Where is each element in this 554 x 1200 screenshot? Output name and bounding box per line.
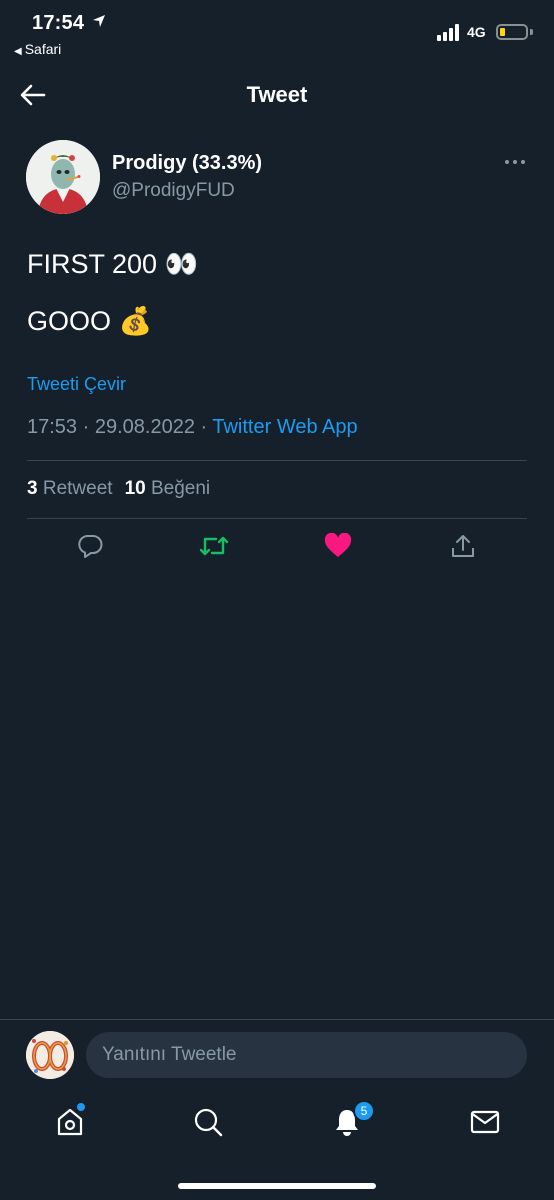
like-button[interactable] bbox=[323, 531, 353, 561]
tweet-date: 29.08.2022 bbox=[94, 416, 195, 438]
user-avatar[interactable] bbox=[26, 1031, 74, 1079]
tab-messages[interactable] bbox=[468, 1105, 502, 1139]
tweet-text-line: GOOO 💰 bbox=[27, 306, 153, 336]
reply-input[interactable] bbox=[86, 1032, 527, 1078]
more-icon bbox=[505, 160, 509, 164]
retweet-button[interactable] bbox=[199, 531, 229, 561]
tweet-source-link[interactable]: Twitter Web App bbox=[212, 416, 357, 438]
status-time: 17:54 bbox=[32, 12, 85, 34]
tweet-stats: 3 Retweet 10 Beğeni bbox=[27, 478, 210, 500]
more-options-button[interactable] bbox=[500, 152, 530, 172]
author-handle[interactable]: @ProdigyFUD bbox=[112, 180, 235, 202]
reply-icon bbox=[78, 535, 103, 558]
tab-bar: 5 bbox=[0, 1091, 554, 1200]
translate-tweet-link[interactable]: Tweeti Çevir bbox=[27, 374, 126, 395]
divider bbox=[27, 460, 527, 461]
share-button[interactable] bbox=[448, 531, 478, 561]
tweet-meta: 17:53 · 29.08.2022 · Twitter Web App bbox=[27, 416, 358, 438]
cellular-signal-icon bbox=[437, 23, 463, 41]
notifications-badge: 5 bbox=[353, 1100, 375, 1122]
home-indicator bbox=[178, 1183, 376, 1189]
author-avatar[interactable] bbox=[26, 140, 100, 214]
back-to-app[interactable]: ◀ Safari bbox=[14, 41, 61, 57]
back-triangle-icon: ◀ bbox=[14, 46, 22, 57]
divider bbox=[27, 518, 527, 519]
mail-icon bbox=[470, 1110, 500, 1134]
back-app-label: Safari bbox=[24, 41, 62, 57]
reply-bar bbox=[0, 1019, 554, 1091]
user-avatar-image bbox=[26, 1031, 74, 1079]
author-avatar-image bbox=[26, 140, 100, 214]
battery-icon bbox=[496, 24, 528, 40]
home-icon bbox=[57, 1108, 83, 1136]
tweet-time: 17:53 bbox=[27, 416, 78, 438]
retweets-stat[interactable]: 3 Retweet bbox=[27, 478, 113, 499]
reply-button[interactable] bbox=[75, 531, 105, 561]
network-type: 4G bbox=[467, 24, 486, 40]
status-bar: 17:54 ◀ Safari 4G bbox=[0, 0, 554, 70]
retweet-icon bbox=[199, 536, 229, 556]
nav-header: Tweet bbox=[0, 70, 554, 120]
search-icon bbox=[194, 1108, 223, 1137]
tweet-text-line: FIRST 200 👀 bbox=[27, 249, 199, 279]
tab-search[interactable] bbox=[191, 1105, 225, 1139]
location-arrow-icon bbox=[93, 15, 105, 27]
home-new-indicator bbox=[77, 1103, 85, 1111]
page-title: Tweet bbox=[246, 82, 308, 107]
author-name[interactable]: Prodigy (33.3%) bbox=[112, 152, 262, 175]
share-icon bbox=[452, 535, 474, 557]
like-icon bbox=[324, 533, 352, 557]
likes-stat[interactable]: 10 Beğeni bbox=[125, 478, 211, 499]
